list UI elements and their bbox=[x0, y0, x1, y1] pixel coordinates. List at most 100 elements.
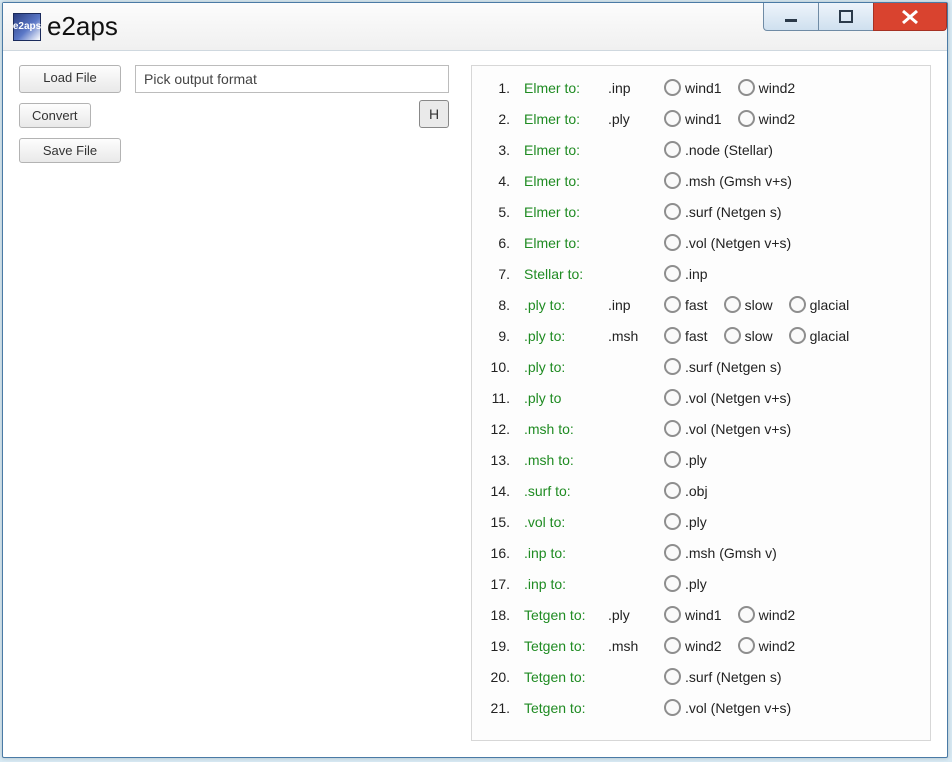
radio-option[interactable]: .inp bbox=[664, 265, 708, 282]
option-group: .inp bbox=[664, 265, 922, 282]
output-format-field[interactable]: Pick output format bbox=[135, 65, 449, 93]
format-row: 9..ply to:.mshfastslowglacial bbox=[478, 320, 922, 351]
save-file-button[interactable]: Save File bbox=[19, 138, 121, 163]
radio-option[interactable]: .surf (Netgen s) bbox=[664, 203, 781, 220]
convert-button[interactable]: Convert bbox=[19, 103, 91, 128]
radio-option[interactable]: .ply bbox=[664, 451, 707, 468]
radio-label: wind2 bbox=[759, 111, 796, 127]
option-group: wind1 wind2 bbox=[664, 606, 922, 623]
radio-label: .node (Stellar) bbox=[685, 142, 773, 158]
app-title: e2aps bbox=[47, 11, 118, 42]
load-file-button[interactable]: Load File bbox=[19, 65, 121, 93]
radio-label: wind2 bbox=[759, 80, 796, 96]
radio-option[interactable]: glacial bbox=[789, 296, 850, 313]
option-group: .msh (Gmsh v) bbox=[664, 544, 922, 561]
radio-option[interactable]: .msh (Gmsh v+s) bbox=[664, 172, 792, 189]
radio-option[interactable]: wind2 bbox=[738, 606, 796, 623]
row-number: 16. bbox=[478, 545, 512, 561]
target-ext-label: .ply bbox=[608, 607, 664, 623]
radio-label: wind2 bbox=[685, 638, 722, 654]
row-number: 7. bbox=[478, 266, 512, 282]
maximize-icon bbox=[839, 10, 853, 24]
h-button[interactable]: H bbox=[419, 100, 449, 128]
radio-option[interactable]: glacial bbox=[789, 327, 850, 344]
radio-label: wind1 bbox=[685, 111, 722, 127]
option-group: .ply bbox=[664, 513, 922, 530]
source-format-label: Elmer to: bbox=[512, 142, 608, 158]
radio-icon bbox=[664, 172, 681, 189]
radio-option[interactable]: .obj bbox=[664, 482, 708, 499]
radio-option[interactable]: fast bbox=[664, 296, 708, 313]
radio-icon bbox=[738, 79, 755, 96]
source-format-label: .vol to: bbox=[512, 514, 608, 530]
format-row: 18.Tetgen to:.plywind1wind2 bbox=[478, 599, 922, 630]
source-format-label: Tetgen to: bbox=[512, 607, 608, 623]
radio-option[interactable]: .msh (Gmsh v) bbox=[664, 544, 777, 561]
radio-icon bbox=[664, 389, 681, 406]
radio-icon bbox=[738, 110, 755, 127]
format-row: 8..ply to:.inpfastslowglacial bbox=[478, 289, 922, 320]
radio-option[interactable]: slow bbox=[724, 327, 773, 344]
radio-option[interactable]: .vol (Netgen v+s) bbox=[664, 389, 791, 406]
source-format-label: Stellar to: bbox=[512, 266, 608, 282]
radio-icon bbox=[724, 327, 741, 344]
option-group: .obj bbox=[664, 482, 922, 499]
radio-option[interactable]: .vol (Netgen v+s) bbox=[664, 234, 791, 251]
radio-option[interactable]: slow bbox=[724, 296, 773, 313]
option-group: .ply bbox=[664, 451, 922, 468]
radio-icon bbox=[664, 234, 681, 251]
radio-option[interactable]: wind2 bbox=[738, 110, 796, 127]
format-row: 11..ply to.vol (Netgen v+s) bbox=[478, 382, 922, 413]
radio-option[interactable]: wind2 bbox=[738, 79, 796, 96]
radio-option[interactable]: fast bbox=[664, 327, 708, 344]
radio-option[interactable]: .vol (Netgen v+s) bbox=[664, 699, 791, 716]
radio-icon bbox=[664, 451, 681, 468]
source-format-label: Elmer to: bbox=[512, 80, 608, 96]
row-number: 13. bbox=[478, 452, 512, 468]
radio-option[interactable]: wind1 bbox=[664, 110, 722, 127]
option-group: .vol (Netgen v+s) bbox=[664, 234, 922, 251]
radio-icon bbox=[664, 513, 681, 530]
row-number: 10. bbox=[478, 359, 512, 375]
row-number: 20. bbox=[478, 669, 512, 685]
app-window: e2aps e2aps Load File Pick output format bbox=[2, 2, 948, 758]
format-row: 14..surf to:.obj bbox=[478, 475, 922, 506]
target-ext-label: .inp bbox=[608, 297, 664, 313]
radio-option[interactable]: .node (Stellar) bbox=[664, 141, 773, 158]
source-format-label: .ply to bbox=[512, 390, 608, 406]
radio-label: wind2 bbox=[759, 607, 796, 623]
radio-option[interactable]: .surf (Netgen s) bbox=[664, 358, 781, 375]
option-group: .vol (Netgen v+s) bbox=[664, 389, 922, 406]
row-number: 19. bbox=[478, 638, 512, 654]
format-row: 10..ply to: .surf (Netgen s) bbox=[478, 351, 922, 382]
radio-option[interactable]: wind2 bbox=[664, 637, 722, 654]
radio-label: .msh (Gmsh v+s) bbox=[685, 173, 792, 189]
radio-option[interactable]: .vol (Netgen v+s) bbox=[664, 420, 791, 437]
row-number: 1. bbox=[478, 80, 512, 96]
radio-option[interactable]: wind2 bbox=[738, 637, 796, 654]
radio-option[interactable]: .ply bbox=[664, 513, 707, 530]
close-button[interactable] bbox=[873, 3, 947, 31]
format-row: 3.Elmer to:.node (Stellar) bbox=[478, 134, 922, 165]
source-format-label: .msh to: bbox=[512, 452, 608, 468]
format-row: 12..msh to:.vol (Netgen v+s) bbox=[478, 413, 922, 444]
radio-option[interactable]: .ply bbox=[664, 575, 707, 592]
maximize-button[interactable] bbox=[818, 3, 874, 31]
format-row: 2.Elmer to:.plywind1wind2 bbox=[478, 103, 922, 134]
source-format-label: .ply to: bbox=[512, 328, 608, 344]
format-list[interactable]: 1.Elmer to:.inpwind1wind22.Elmer to:.ply… bbox=[471, 65, 931, 741]
radio-option[interactable]: .surf (Netgen s) bbox=[664, 668, 781, 685]
option-group: .surf (Netgen s) bbox=[664, 358, 922, 375]
radio-option[interactable]: wind1 bbox=[664, 79, 722, 96]
source-format-label: .ply to: bbox=[512, 359, 608, 375]
option-group: .ply bbox=[664, 575, 922, 592]
format-row: 4.Elmer to:.msh (Gmsh v+s) bbox=[478, 165, 922, 196]
source-format-label: Tetgen to: bbox=[512, 700, 608, 716]
minimize-button[interactable] bbox=[763, 3, 819, 31]
target-ext-label: .msh bbox=[608, 638, 664, 654]
radio-label: .inp bbox=[685, 266, 708, 282]
option-group: .surf (Netgen s) bbox=[664, 668, 922, 685]
radio-icon bbox=[664, 358, 681, 375]
radio-option[interactable]: wind1 bbox=[664, 606, 722, 623]
radio-icon bbox=[724, 296, 741, 313]
